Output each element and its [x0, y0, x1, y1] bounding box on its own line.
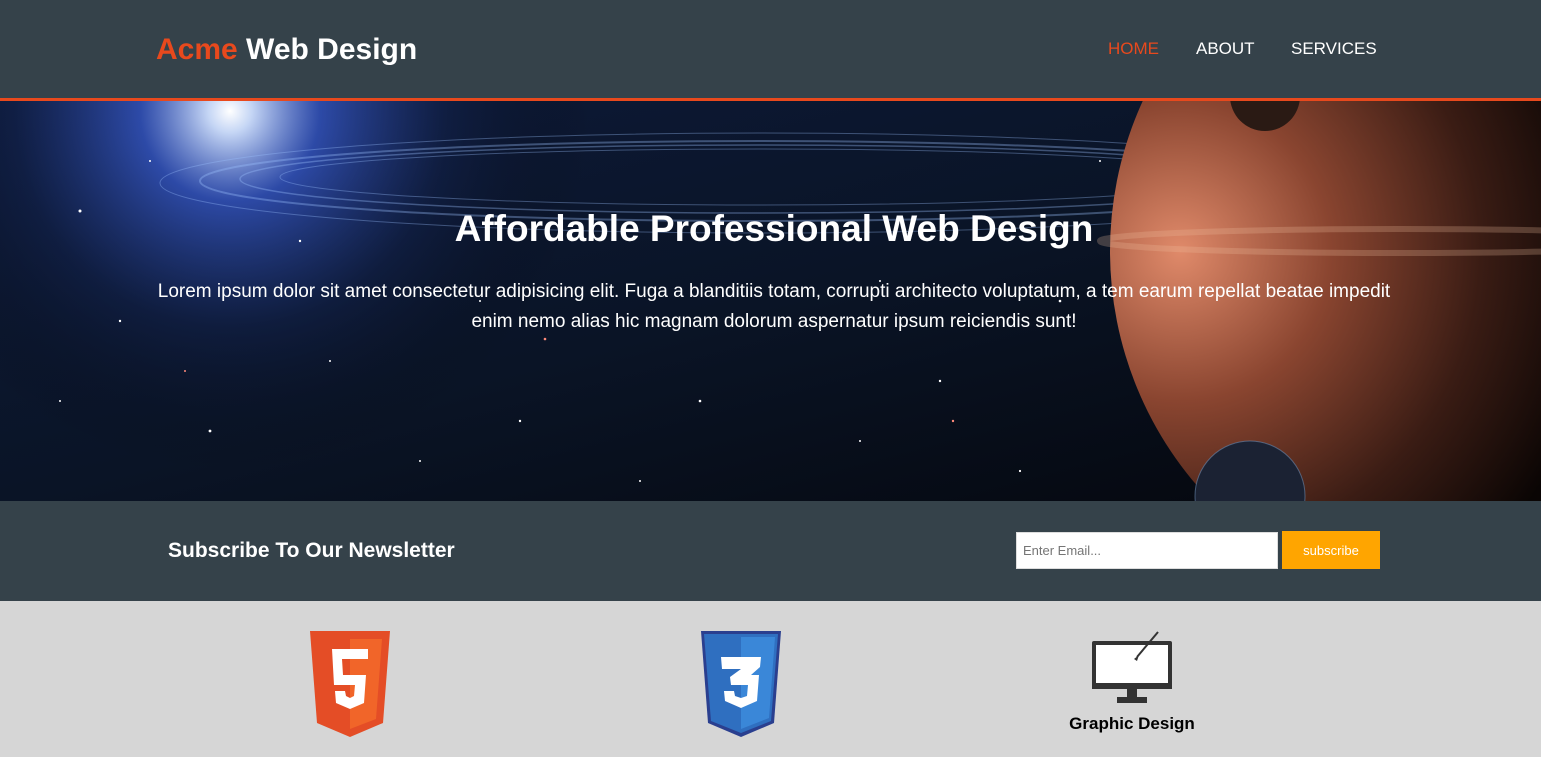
- nav-home-link[interactable]: HOME: [1108, 38, 1159, 60]
- newsletter-section: Subscribe To Our Newsletter subscribe: [0, 501, 1541, 601]
- html5-icon: [310, 631, 390, 737]
- nav-about-link[interactable]: ABOUT: [1196, 38, 1255, 60]
- showcase-title: Affordable Professional Web Design: [454, 208, 1094, 249]
- graphic-design-icon: [1092, 631, 1172, 703]
- css3-icon: [701, 631, 781, 737]
- feature-box-graphic-design: Graphic Design: [982, 631, 1282, 735]
- showcase-banner: Affordable Professional Web Design Lorem…: [0, 101, 1541, 501]
- feature-title-graphic-design: Graphic Design: [1069, 714, 1195, 733]
- features-section: Graphic Design: [0, 601, 1541, 757]
- email-input[interactable]: [1016, 532, 1278, 569]
- site-header: Acme Web Design HOME ABOUT SERVICES: [0, 0, 1541, 101]
- showcase-text: Lorem ipsum dolor sit amet consectetur a…: [157, 281, 1391, 332]
- feature-box-html: [200, 631, 500, 743]
- subscribe-button[interactable]: subscribe: [1282, 531, 1380, 569]
- logo-text: Web Design: [237, 33, 418, 66]
- nav-services-link[interactable]: SERVICES: [1291, 38, 1377, 60]
- feature-box-css: [591, 631, 891, 743]
- newsletter-title: Subscribe To Our Newsletter: [168, 539, 455, 562]
- logo-highlight: Acme: [156, 33, 238, 66]
- site-logo[interactable]: Acme Web Design: [156, 31, 417, 69]
